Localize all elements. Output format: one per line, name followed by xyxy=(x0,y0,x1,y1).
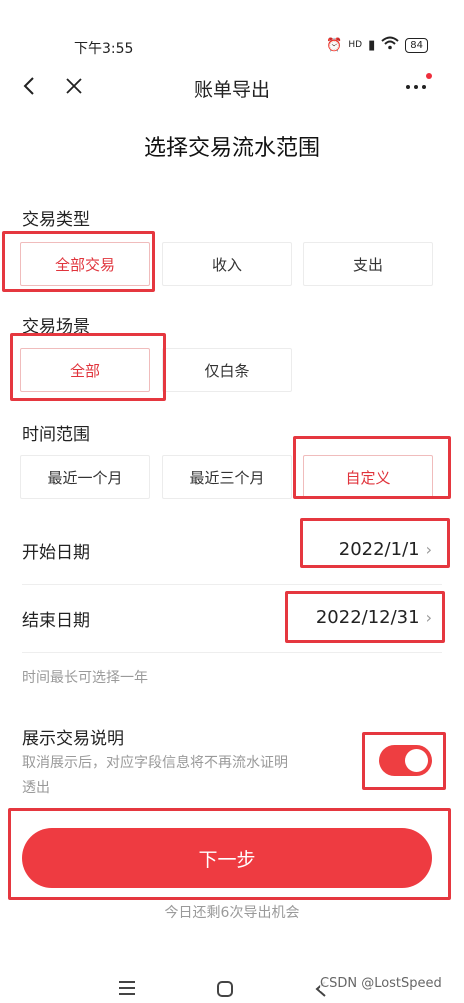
end-date-label: 结束日期 xyxy=(22,611,90,631)
range-option-three-months[interactable]: 最近三个月 xyxy=(162,455,292,499)
show-description-toggle[interactable] xyxy=(379,745,432,776)
wifi-icon xyxy=(381,36,399,54)
show-description-label: 展示交易说明 xyxy=(22,729,124,749)
next-button[interactable]: 下一步 xyxy=(22,828,432,888)
range-option-one-month[interactable]: 最近一个月 xyxy=(20,455,150,499)
range-option-custom[interactable]: 自定义 xyxy=(303,455,433,499)
battery-icon: 84 xyxy=(405,37,428,53)
menu-icon[interactable] xyxy=(118,980,136,1000)
network-hd-label: HD xyxy=(348,40,363,50)
divider xyxy=(22,652,442,653)
signal-icon: ▮ xyxy=(368,37,376,53)
type-option-income[interactable]: 收入 xyxy=(162,242,292,286)
more-icon[interactable] xyxy=(404,74,428,98)
scene-option-baitiao[interactable]: 仅白条 xyxy=(162,348,292,392)
start-date-text: 2022/1/1 xyxy=(338,539,420,560)
remaining-exports-text: 今日还剩6次导出机会 xyxy=(164,905,300,921)
chevron-right-icon: › xyxy=(425,540,432,559)
watermark: CSDN @LostSpeed xyxy=(320,976,442,991)
alarm-icon: ⏰ xyxy=(326,37,343,53)
start-date-label: 开始日期 xyxy=(22,543,90,563)
time-range-label: 时间范围 xyxy=(22,425,90,445)
show-description-hint-line1: 取消展示后，对应字段信息将不再流水证明 xyxy=(22,755,288,771)
range-hint: 时间最长可选择一年 xyxy=(22,670,148,686)
chevron-right-icon: › xyxy=(425,608,432,627)
section-heading: 选择交易流水范围 xyxy=(143,136,320,161)
page-title: 账单导出 xyxy=(193,79,270,101)
transaction-type-label: 交易类型 xyxy=(22,210,90,230)
divider xyxy=(22,584,442,585)
type-option-expense[interactable]: 支出 xyxy=(303,242,433,286)
home-icon[interactable] xyxy=(216,980,234,1002)
start-date-value[interactable]: 2022/1/1 › xyxy=(339,539,432,560)
status-time: 下午3:55 xyxy=(74,41,134,57)
end-date-text: 2022/12/31 xyxy=(315,607,420,628)
type-option-all[interactable]: 全部交易 xyxy=(20,242,150,286)
transaction-scene-label: 交易场景 xyxy=(22,317,90,337)
notification-dot xyxy=(426,73,432,79)
end-date-value[interactable]: 2022/12/31 › xyxy=(316,607,432,628)
status-icons: ⏰ HD ▮ 84 xyxy=(326,36,428,54)
show-description-hint-line2: 透出 xyxy=(22,780,50,796)
toggle-knob xyxy=(405,749,428,772)
scene-option-all[interactable]: 全部 xyxy=(20,348,150,392)
